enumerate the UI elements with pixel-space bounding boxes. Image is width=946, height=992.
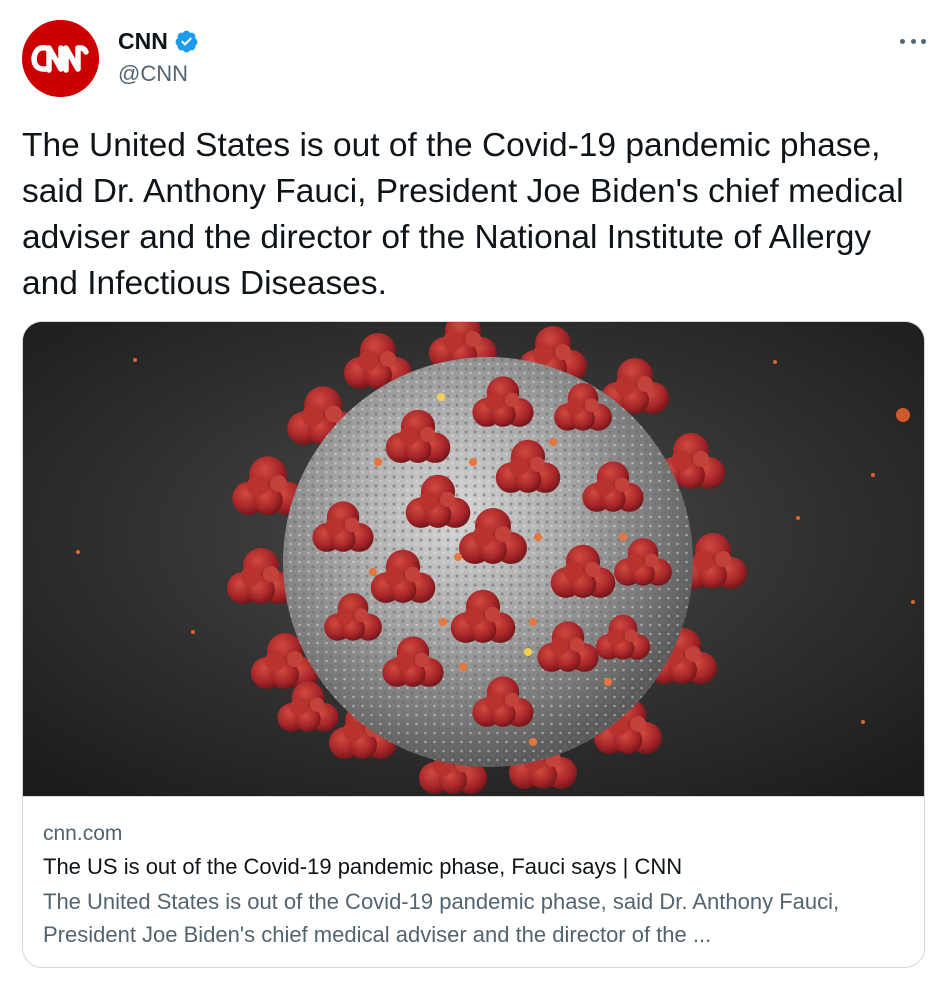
avatar[interactable] <box>22 20 99 97</box>
more-dot-icon <box>900 38 905 44</box>
author-handle[interactable]: @CNN <box>118 60 188 88</box>
author-display-name[interactable]: CNN <box>118 26 168 56</box>
link-preview-card[interactable]: cnn.com The US is out of the Covid-19 pa… <box>22 321 925 968</box>
more-dot-icon <box>910 38 916 44</box>
more-options-icon[interactable] <box>900 28 926 54</box>
more-dot-icon <box>921 38 926 44</box>
cnn-logo-icon <box>22 20 99 97</box>
card-meta: cnn.com The US is out of the Covid-19 pa… <box>23 796 924 967</box>
card-domain: cnn.com <box>43 822 123 845</box>
verified-badge-icon <box>174 29 199 54</box>
coronavirus-illustration <box>23 322 924 796</box>
card-title[interactable]: The US is out of the Covid-19 pandemic p… <box>43 851 904 883</box>
card-description: The United States is out of the Covid-19… <box>43 889 840 947</box>
tweet-text: The United States is out of the Covid-19… <box>22 127 904 302</box>
tweet: CNN @CNN The United States is out of the… <box>0 0 946 992</box>
author-name-row: CNN <box>118 26 199 56</box>
card-image[interactable] <box>23 322 924 796</box>
